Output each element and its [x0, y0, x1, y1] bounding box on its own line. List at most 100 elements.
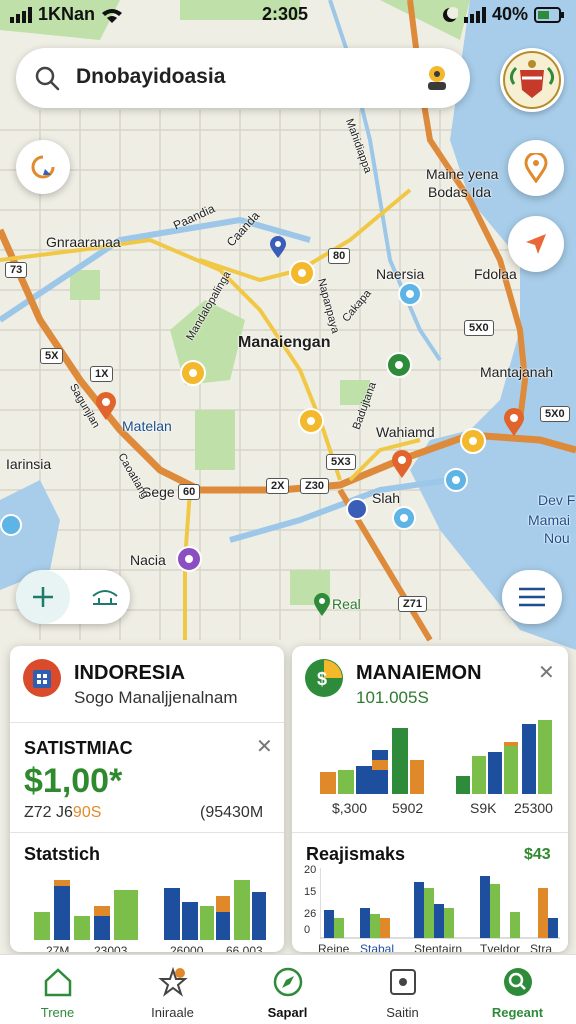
route-badge: Z30 — [300, 478, 329, 494]
section-title: SATISTMIAC — [24, 738, 133, 758]
map-pin-icon[interactable] — [390, 450, 414, 480]
map-pin-icon[interactable] — [444, 468, 468, 492]
y-tick: 15 — [304, 886, 317, 898]
profile-icon[interactable] — [422, 62, 452, 94]
close-icon[interactable]: ✕ — [256, 734, 273, 759]
section-title: Statstich — [24, 844, 101, 864]
axis-tick: 66.003 — [226, 944, 263, 952]
recenter-button[interactable] — [16, 140, 70, 194]
search-icon — [504, 968, 532, 996]
map-pin-icon[interactable] — [180, 360, 206, 386]
divider — [292, 832, 568, 833]
map-pin-icon[interactable] — [398, 282, 422, 306]
map-pin-icon[interactable] — [94, 392, 118, 422]
map-pin-icon[interactable] — [392, 506, 416, 530]
refresh-location-icon — [31, 155, 55, 179]
clock: 2:305 — [262, 4, 309, 24]
square-dot-icon — [390, 969, 416, 995]
card-subtitle: 101.005S — [356, 688, 429, 707]
map-star-icon — [158, 967, 188, 997]
axis-tick: Reine — [318, 942, 350, 952]
nav-item-home[interactable]: Trene — [0, 961, 115, 1021]
plus-icon — [33, 587, 53, 607]
emblem-button[interactable] — [500, 48, 564, 112]
axis-tick: S9K — [470, 800, 497, 816]
status-bar: 1KNan 2:305 40% — [0, 0, 576, 32]
signal-icon — [10, 6, 32, 23]
nav-label: Trene — [40, 1005, 75, 1020]
nav-item-search[interactable]: Saparl — [230, 961, 345, 1021]
axis-tick: 25300 — [514, 800, 553, 816]
card-header: INDORESIA Sogo Manaljjenalnam — [10, 646, 284, 723]
small-value-a: Z72 J6 — [24, 804, 73, 821]
nav-item-explore[interactable]: Iniraale — [115, 961, 230, 1021]
signal-icon — [463, 6, 486, 23]
bar-chart — [320, 868, 560, 939]
axis-tick: Stabal — [360, 942, 395, 952]
map-pin-icon[interactable] — [386, 352, 412, 378]
axis-tick: 5902 — [392, 800, 424, 816]
wifi-icon — [102, 8, 123, 23]
card-title: MANAIEMON — [356, 662, 482, 684]
map-pin-icon[interactable] — [502, 408, 526, 438]
battery-icon — [534, 6, 564, 23]
nav-label: Saparl — [267, 1005, 308, 1020]
map-pin-icon[interactable] — [268, 236, 288, 260]
menu-button[interactable] — [502, 570, 562, 624]
map-label: Real — [332, 596, 361, 612]
region-card-left[interactable]: INDORESIA Sogo Manaljjenalnam SATISTMIAC… — [10, 646, 284, 952]
map-app-screen: Gnraaranaa Paandia Caanda Mandalopalinga… — [0, 0, 576, 1024]
location-pin-button[interactable] — [508, 140, 564, 196]
layers-icon — [92, 590, 118, 605]
map-label: Fdolaa — [474, 266, 517, 282]
close-icon[interactable]: ✕ — [538, 660, 555, 685]
small-value-right: (95430M — [200, 804, 264, 821]
map-label: Bodas Ida — [428, 184, 492, 200]
nav-item-settings[interactable]: Saitin — [345, 961, 460, 1021]
map-pin-icon[interactable] — [298, 408, 324, 434]
nav-label: Regeant — [491, 1005, 544, 1020]
battery-percent: 40% — [491, 4, 528, 24]
zoom-in-button[interactable] — [16, 570, 70, 624]
axis-tick: 26000 — [170, 944, 204, 952]
map-label: Dev F — [538, 492, 576, 508]
nav-item-account[interactable]: Regeant — [460, 961, 575, 1021]
map-pin-icon[interactable] — [289, 260, 315, 286]
map-label: Naersia — [376, 266, 425, 282]
card-title: INDORESIA — [74, 662, 186, 684]
map-label: Matelan — [122, 418, 172, 434]
map-label: Nou — [544, 530, 570, 546]
search-input[interactable]: Dnobayidoasia — [76, 65, 225, 89]
axis-tick: 27M — [46, 944, 70, 952]
section-title: Reajismaks — [306, 844, 406, 864]
route-badge: 2X — [266, 478, 290, 494]
region-card-right[interactable]: $ MANAIEMON 101.005S ✕ $,300 5902 S9K 25… — [292, 646, 568, 952]
search-bar[interactable]: Dnobayidoasia — [16, 48, 470, 108]
bar-chart — [320, 720, 552, 794]
navigate-button[interactable] — [508, 216, 564, 272]
coat-of-arms-icon — [503, 51, 561, 109]
divider — [10, 832, 284, 833]
navigation-arrow-icon — [526, 234, 546, 254]
route-badge: 5X3 — [326, 454, 356, 470]
map-label: Gnraaranaa — [46, 234, 121, 250]
map-pin-icon[interactable] — [346, 498, 368, 520]
map-pin-icon[interactable] — [460, 428, 486, 454]
small-value: Z72 J690S — [24, 804, 101, 822]
map-pin-icon[interactable] — [0, 514, 22, 536]
carrier-label: 1KNan — [38, 4, 96, 24]
axis-tick: Stentairn — [414, 942, 463, 952]
y-tick: 26 — [304, 908, 317, 920]
axis-tick: Stra — [530, 942, 553, 952]
map-pin-icon[interactable] — [312, 592, 332, 618]
bar-chart — [34, 880, 266, 940]
bottom-nav: Trene Iniraale Saparl Saitin Regeant — [0, 954, 576, 1024]
hamburger-icon — [519, 587, 545, 607]
map-pin-icon[interactable] — [176, 546, 202, 572]
axis-tick: Tveldor — [480, 942, 521, 952]
big-value: $1,00* — [24, 762, 123, 800]
map-label-district: Manaiengan — [238, 334, 331, 351]
layers-button[interactable] — [78, 570, 132, 624]
map-label: Mantajanah — [480, 364, 554, 380]
search-icon[interactable] — [34, 65, 60, 91]
